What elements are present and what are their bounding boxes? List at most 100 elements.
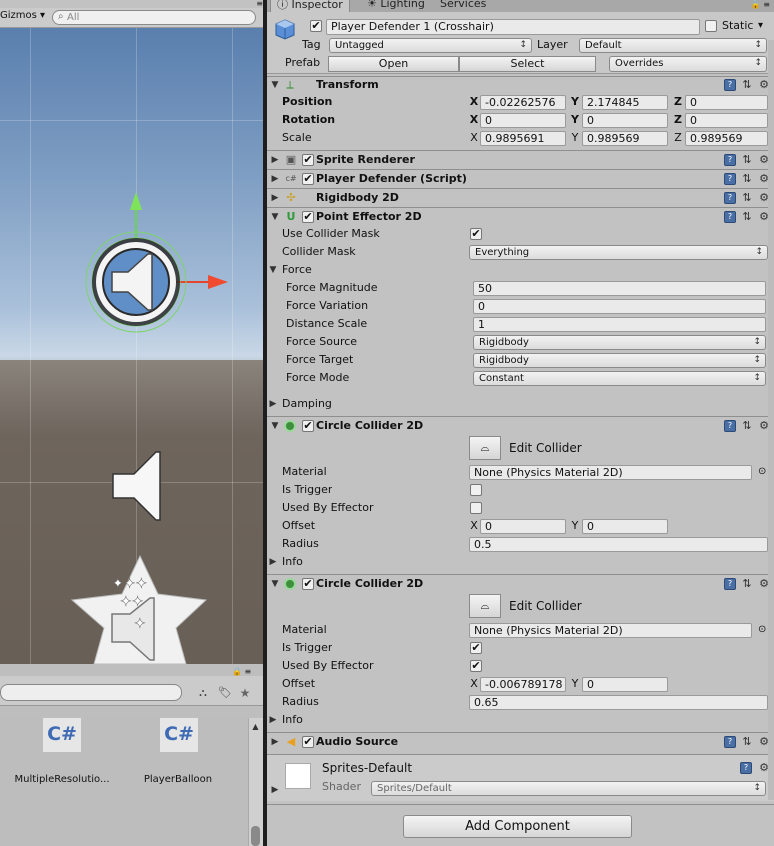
- offset-y-field[interactable]: 0: [582, 677, 668, 692]
- help-book-icon[interactable]: ?: [724, 736, 736, 748]
- rigidbody-title[interactable]: Rigidbody 2D: [316, 190, 399, 206]
- gizmos-dropdown[interactable]: Gizmos ▾: [0, 10, 45, 21]
- material-field[interactable]: None (Physics Material 2D): [469, 623, 752, 638]
- shader-dropdown[interactable]: Sprites/Default: [371, 781, 766, 796]
- axis-y-label[interactable]: Y: [570, 130, 580, 146]
- circle-collider-2-title[interactable]: Circle Collider 2D: [316, 576, 423, 592]
- help-book-icon[interactable]: ?: [724, 211, 736, 223]
- tab-inspector[interactable]: ⓘ Inspector: [270, 0, 350, 12]
- tag-dropdown[interactable]: Untagged: [329, 38, 532, 53]
- scrollbar-thumb[interactable]: [251, 826, 260, 846]
- collapse-arrow-icon[interactable]: ▼: [268, 263, 278, 277]
- axis-x-label[interactable]: X: [469, 112, 479, 128]
- audio-source-checkbox[interactable]: ✔: [302, 736, 314, 748]
- inspector-lock-menu-icon[interactable]: 🔒 ≡: [740, 0, 770, 10]
- info-section-label[interactable]: Info: [282, 712, 303, 728]
- tab-services[interactable]: Services: [434, 0, 492, 12]
- static-checkbox[interactable]: [705, 20, 717, 32]
- axis-z-label[interactable]: Z: [673, 94, 683, 110]
- radius-field[interactable]: 0.65: [469, 695, 768, 710]
- csharp-script-icon[interactable]: C#: [160, 718, 198, 752]
- scene-search-input[interactable]: ⌕ All: [52, 10, 256, 25]
- collapse-arrow-icon[interactable]: ▼: [270, 419, 280, 433]
- offset-x-field[interactable]: 0: [480, 519, 566, 534]
- sprite-renderer-title[interactable]: Sprite Renderer: [316, 152, 415, 168]
- distance-scale-field[interactable]: 1: [473, 317, 766, 332]
- project-search-input[interactable]: [0, 684, 182, 701]
- circle-collider-1-checkbox[interactable]: ✔: [302, 420, 314, 432]
- is-trigger-checkbox[interactable]: ✔: [470, 642, 482, 654]
- favorite-star-icon[interactable]: ★: [238, 686, 252, 700]
- preset-sliders-icon[interactable]: ⇅: [740, 210, 754, 224]
- expand-arrow-icon[interactable]: ▶: [270, 735, 280, 749]
- material-field[interactable]: None (Physics Material 2D): [469, 465, 752, 480]
- preset-sliders-icon[interactable]: ⇅: [740, 78, 754, 92]
- collapse-arrow-icon[interactable]: ▼: [270, 577, 280, 591]
- layer-dropdown[interactable]: Default: [579, 38, 767, 53]
- axis-y-label[interactable]: Y: [570, 94, 580, 110]
- used-by-effector-checkbox[interactable]: [470, 502, 482, 514]
- circle-collider-1-title[interactable]: Circle Collider 2D: [316, 418, 423, 434]
- label-icon[interactable]: 🏷: [218, 686, 232, 700]
- force-magnitude-field[interactable]: 50: [473, 281, 766, 296]
- player-defender-title[interactable]: Player Defender (Script): [316, 171, 467, 187]
- tab-lighting[interactable]: ☀ Lighting: [361, 0, 431, 12]
- prefab-overrides-dropdown[interactable]: Overrides: [609, 56, 767, 72]
- axis-y-label[interactable]: Y: [570, 676, 580, 692]
- force-variation-field[interactable]: 0: [473, 299, 766, 314]
- is-trigger-checkbox[interactable]: [470, 484, 482, 496]
- force-target-dropdown[interactable]: Rigidbody: [473, 353, 766, 368]
- expand-arrow-icon[interactable]: ▶: [268, 713, 278, 727]
- force-source-dropdown[interactable]: Rigidbody: [473, 335, 766, 350]
- player-defender-checkbox[interactable]: ✔: [302, 173, 314, 185]
- sprite-renderer-checkbox[interactable]: ✔: [302, 154, 314, 166]
- asset-label[interactable]: MultipleResolutio...: [6, 774, 118, 785]
- csharp-script-icon[interactable]: C#: [43, 718, 81, 752]
- axis-x-label[interactable]: X: [469, 676, 479, 692]
- axis-x-label[interactable]: X: [469, 518, 479, 534]
- position-x-field[interactable]: -0.02262576: [480, 95, 566, 110]
- preset-sliders-icon[interactable]: ⇅: [740, 172, 754, 186]
- scene-menu-icon[interactable]: ≡: [240, 0, 263, 8]
- add-component-button[interactable]: Add Component: [403, 815, 632, 838]
- rotation-x-field[interactable]: 0: [480, 113, 566, 128]
- position-y-field[interactable]: 2.174845: [582, 95, 668, 110]
- collapse-arrow-icon[interactable]: ▼: [270, 210, 280, 224]
- inspector-scrollbar[interactable]: [768, 40, 774, 800]
- collapse-arrow-icon[interactable]: ▼: [270, 78, 280, 92]
- rotation-z-field[interactable]: 0: [685, 113, 768, 128]
- preset-sliders-icon[interactable]: ⇅: [740, 419, 754, 433]
- force-section-label[interactable]: Force: [282, 262, 312, 278]
- radius-field[interactable]: 0.5: [469, 537, 768, 552]
- help-book-icon[interactable]: ?: [724, 154, 736, 166]
- active-checkbox[interactable]: ✔: [310, 20, 322, 32]
- force-mode-dropdown[interactable]: Constant: [473, 371, 766, 386]
- point-effector-checkbox[interactable]: ✔: [302, 211, 314, 223]
- expand-arrow-icon[interactable]: ▶: [268, 397, 278, 411]
- use-collider-mask-checkbox[interactable]: ✔: [470, 228, 482, 240]
- help-book-icon[interactable]: ?: [724, 173, 736, 185]
- object-name-field[interactable]: Player Defender 1 (Crosshair): [326, 19, 700, 35]
- scene-canvas[interactable]: ✦✦✦ ✦✦ ✦: [0, 28, 263, 664]
- static-dropdown-icon[interactable]: ▾: [758, 18, 763, 34]
- help-book-icon[interactable]: ?: [724, 578, 736, 590]
- position-z-field[interactable]: 0: [685, 95, 768, 110]
- offset-y-field[interactable]: 0: [582, 519, 668, 534]
- preset-sliders-icon[interactable]: ⇅: [740, 577, 754, 591]
- axis-x-label[interactable]: X: [469, 94, 479, 110]
- help-book-icon[interactable]: ?: [740, 762, 752, 774]
- axis-y-label[interactable]: Y: [570, 518, 580, 534]
- axis-x-label[interactable]: X: [469, 130, 479, 146]
- scale-z-field[interactable]: 0.989569: [685, 131, 768, 146]
- scroll-up-icon[interactable]: ▲: [251, 722, 260, 732]
- preset-sliders-icon[interactable]: ⇅: [740, 735, 754, 749]
- preset-sliders-icon[interactable]: ⇅: [740, 191, 754, 205]
- object-picker-icon[interactable]: ⊙: [758, 623, 766, 637]
- axis-z-label[interactable]: Z: [673, 112, 683, 128]
- help-book-icon[interactable]: ?: [724, 420, 736, 432]
- used-by-effector-checkbox[interactable]: ✔: [470, 660, 482, 672]
- axis-z-label[interactable]: Z: [673, 130, 683, 146]
- filter-type-icon[interactable]: ⛬: [196, 686, 210, 700]
- asset-label[interactable]: PlayerBalloon: [128, 774, 228, 785]
- circle-collider-2-checkbox[interactable]: ✔: [302, 578, 314, 590]
